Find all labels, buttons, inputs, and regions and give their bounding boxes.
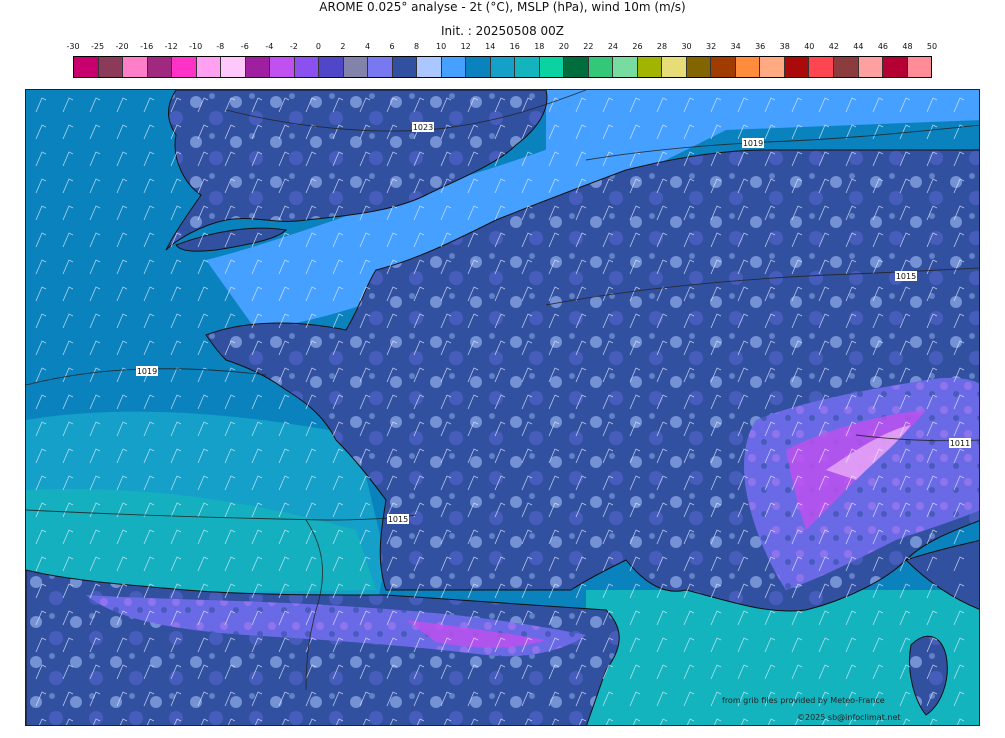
scale-cell: [466, 57, 491, 77]
scale-cell: [588, 57, 614, 77]
scale-cell: [270, 57, 295, 77]
scale-cell: [417, 57, 442, 77]
init-time: Init. : 20250508 00Z: [440, 24, 565, 38]
scale-cell: [637, 57, 663, 77]
scale-label: 48: [902, 42, 913, 51]
scale-label: 6: [389, 42, 395, 51]
scale-cell: [441, 57, 467, 77]
scale-label: 36: [755, 42, 766, 51]
scale-cell: [539, 57, 565, 77]
scale-label: 44: [853, 42, 864, 51]
scale-label: 26: [632, 42, 643, 51]
scale-cell: [883, 57, 908, 77]
isobar-label-1019-west: 1019: [137, 367, 157, 376]
scale-cell: [784, 57, 810, 77]
scale-cell: [294, 57, 320, 77]
scale-cell: [368, 57, 393, 77]
scale-cell: [858, 57, 884, 77]
scale-label: -25: [90, 42, 105, 51]
scale-cell: [515, 57, 540, 77]
scale-label: 16: [509, 42, 520, 51]
scale-label: -20: [115, 42, 129, 51]
map-canvas: 1023 1019 1015 1019 1015 1011: [26, 90, 979, 725]
scale-label: -8: [216, 42, 225, 51]
scale-label: 14: [485, 42, 496, 51]
isobar-label-1015-east: 1015: [896, 272, 916, 281]
isobar-label-1023: 1023: [413, 123, 433, 132]
scale-cell: [907, 57, 932, 77]
scale-cell: [221, 57, 246, 77]
scale-cell: [392, 57, 418, 77]
copyright-credit: ©2025 sb@infoclimat.net: [797, 713, 901, 722]
scale-label: 18: [534, 42, 545, 51]
isobar-label-1011: 1011: [950, 439, 970, 448]
scale-cell: [123, 57, 148, 77]
scale-label: 50: [926, 42, 938, 51]
isobar-label-1019-north: 1019: [743, 139, 763, 148]
scale-label: 42: [828, 42, 839, 51]
scale-label: -12: [164, 42, 178, 51]
scale-cell: [662, 57, 687, 77]
scale-cell: [245, 57, 271, 77]
scale-cell: [98, 57, 124, 77]
scale-cell: [686, 57, 712, 77]
color-scale-labels: -30 -25 -20 -16 -12 -10 -8 -6 -4 -2 0 2 4 6 8 10 12 14 16 1…: [66, 42, 937, 54]
scale-label: 8: [414, 42, 420, 51]
scale-cell: [711, 57, 736, 77]
scale-cell: [490, 57, 516, 77]
scale-label: 4: [364, 42, 371, 51]
scale-cell: [172, 57, 197, 77]
scale-label: -16: [140, 42, 154, 51]
color-scale-bar: [73, 56, 932, 78]
scale-label: 32: [706, 42, 717, 51]
scale-label: 46: [877, 42, 888, 51]
scale-label: -10: [189, 42, 203, 51]
scale-cell: [564, 57, 589, 77]
scale-label: -4: [265, 42, 274, 51]
scale-label: 0: [315, 42, 321, 51]
scale-cell: [147, 57, 173, 77]
chart-title: AROME 0.025° analyse - 2t (°C), MSLP (hP…: [319, 0, 686, 14]
scale-label: 12: [460, 42, 471, 51]
scale-cell: [196, 57, 222, 77]
scale-cell: [613, 57, 638, 77]
scale-label: 22: [583, 42, 594, 51]
scale-label: 30: [681, 42, 692, 51]
scale-label: -6: [240, 42, 249, 51]
scale-cell: [833, 57, 859, 77]
scale-label: 20: [558, 42, 569, 51]
scale-cell: [735, 57, 761, 77]
scale-label: 28: [656, 42, 668, 51]
data-source-credit: from grib files provided by Meteo-France: [722, 696, 885, 705]
scale-cell: [343, 57, 369, 77]
scale-label: 2: [340, 42, 346, 51]
scale-label: 34: [730, 42, 741, 51]
scale-cell: [760, 57, 785, 77]
scale-cell: [809, 57, 834, 77]
isobar-label-1015-south: 1015: [388, 515, 408, 524]
weather-map[interactable]: 1023 1019 1015 1019 1015 1011: [25, 89, 980, 726]
scale-cell: [319, 57, 344, 77]
scale-label: -2: [289, 42, 298, 51]
scale-label: 38: [779, 42, 790, 51]
scale-label: 24: [607, 42, 619, 51]
scale-label: 10: [436, 42, 447, 51]
scale-label: -30: [66, 42, 80, 51]
scale-cell: [74, 57, 99, 77]
scale-label: 40: [804, 42, 815, 51]
